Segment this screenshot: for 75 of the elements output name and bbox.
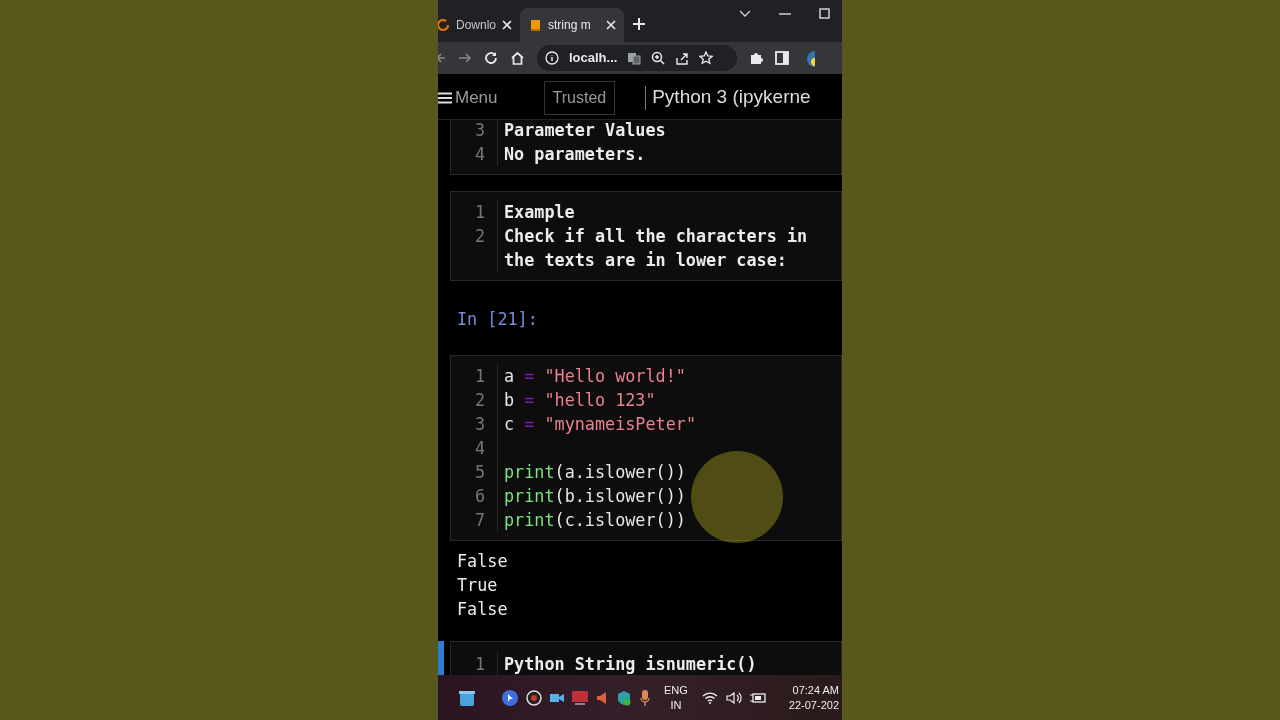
output-line: False xyxy=(457,598,509,621)
cursor-app-icon[interactable] xyxy=(502,689,518,706)
star-icon[interactable] xyxy=(699,51,714,65)
language-code[interactable]: ENG xyxy=(664,682,688,698)
side-panel-icon[interactable] xyxy=(775,51,789,65)
markdown-line: Parameter Values xyxy=(504,120,667,142)
loading-icon xyxy=(438,18,450,32)
region-code[interactable]: IN xyxy=(670,697,682,713)
wifi-icon[interactable] xyxy=(701,691,718,704)
info-icon xyxy=(545,51,559,65)
battery-icon[interactable] xyxy=(749,691,766,704)
clock-date[interactable]: 22-07-202 xyxy=(788,697,839,713)
address-text: localh... xyxy=(569,49,618,68)
book-icon xyxy=(528,18,542,32)
code-line: print(b.islower()) xyxy=(504,485,687,508)
input-prompt: In [21]: xyxy=(457,308,539,331)
code-line: print(a.islower()) xyxy=(504,461,687,484)
maximize-icon[interactable] xyxy=(819,8,830,19)
notebook-cell[interactable]: 1 2 3 4 5 6 7 a = "Hello world!" b = "hello 123" c = "mynameisPeter" print(a.islower()) print(b.islower()) print(c.islower()) xyxy=(438,355,842,541)
speaker-app-icon[interactable] xyxy=(596,690,608,705)
line-number: 1 xyxy=(474,201,485,224)
clock-time[interactable]: 07:24 AM xyxy=(792,682,839,698)
line-number: 3 xyxy=(474,413,485,436)
line-number: 1 xyxy=(474,653,485,675)
reload-icon[interactable] xyxy=(484,51,498,65)
output-line: False xyxy=(457,550,509,573)
recycle-bin-icon[interactable] xyxy=(458,688,476,707)
screen-app-icon[interactable] xyxy=(572,690,588,705)
markdown-line: No parameters. xyxy=(504,143,647,166)
code-line: c = "mynameisPeter" xyxy=(504,413,697,436)
volume-icon[interactable] xyxy=(725,691,742,704)
markdown-line: Python String isnumeric() xyxy=(504,653,758,675)
share-icon[interactable] xyxy=(675,51,690,65)
tab-title: string m xyxy=(548,17,592,34)
notebook-cell[interactable]: 1 2 Example Check if all the characters in the texts are in lower case: xyxy=(438,191,842,281)
code-line: print(c.islower()) xyxy=(504,509,687,532)
minimize-icon[interactable] xyxy=(779,12,791,15)
notebook-cell[interactable]: 3 4 Parameter Values No parameters. xyxy=(438,120,842,175)
line-number: 2 xyxy=(474,389,485,412)
notebook-cell[interactable]: 1 Python String isnumeric() xyxy=(438,641,842,675)
markdown-line: Example xyxy=(504,201,576,224)
line-number: 3 xyxy=(474,120,485,142)
address-bar[interactable]: localh... xyxy=(537,45,737,71)
code-line: b = "hello 123" xyxy=(504,389,657,412)
kernel-name: Python 3 (ipykerne xyxy=(652,85,811,110)
shield-icon[interactable] xyxy=(616,689,632,706)
line-number: 1 xyxy=(474,365,485,388)
line-number: 6 xyxy=(474,485,485,508)
video-icon[interactable] xyxy=(550,691,564,704)
microphone-icon[interactable] xyxy=(640,689,650,706)
line-number: 4 xyxy=(474,437,485,460)
menu-icon[interactable] xyxy=(438,91,452,104)
puzzle-icon[interactable] xyxy=(749,51,763,65)
trusted-indicator: Trusted xyxy=(543,80,616,115)
back-icon[interactable] xyxy=(438,52,446,64)
recorder-icon[interactable] xyxy=(526,689,542,706)
forward-icon[interactable] xyxy=(458,52,472,64)
line-number: 5 xyxy=(474,461,485,484)
close-icon[interactable] xyxy=(606,20,616,30)
markdown-line: Check if all the characters in the texts are in lower case: xyxy=(504,225,809,272)
browser-tab[interactable]: Downlo xyxy=(438,8,520,42)
line-number: 4 xyxy=(474,143,485,166)
line-number: 7 xyxy=(474,509,485,532)
zoom-icon[interactable] xyxy=(651,51,666,65)
browser-tab[interactable]: string m xyxy=(520,8,624,42)
chevron-down-icon[interactable] xyxy=(739,9,751,18)
code-line: a = "Hello world!" xyxy=(504,365,687,388)
new-tab-icon[interactable] xyxy=(632,17,646,31)
menu-label[interactable]: Menu xyxy=(455,84,498,111)
tab-title: Downlo xyxy=(456,17,496,34)
translate-icon[interactable] xyxy=(627,51,642,65)
output-line: True xyxy=(457,574,499,597)
line-number: 2 xyxy=(474,225,485,248)
home-icon[interactable] xyxy=(510,51,525,65)
close-icon[interactable] xyxy=(502,20,512,30)
